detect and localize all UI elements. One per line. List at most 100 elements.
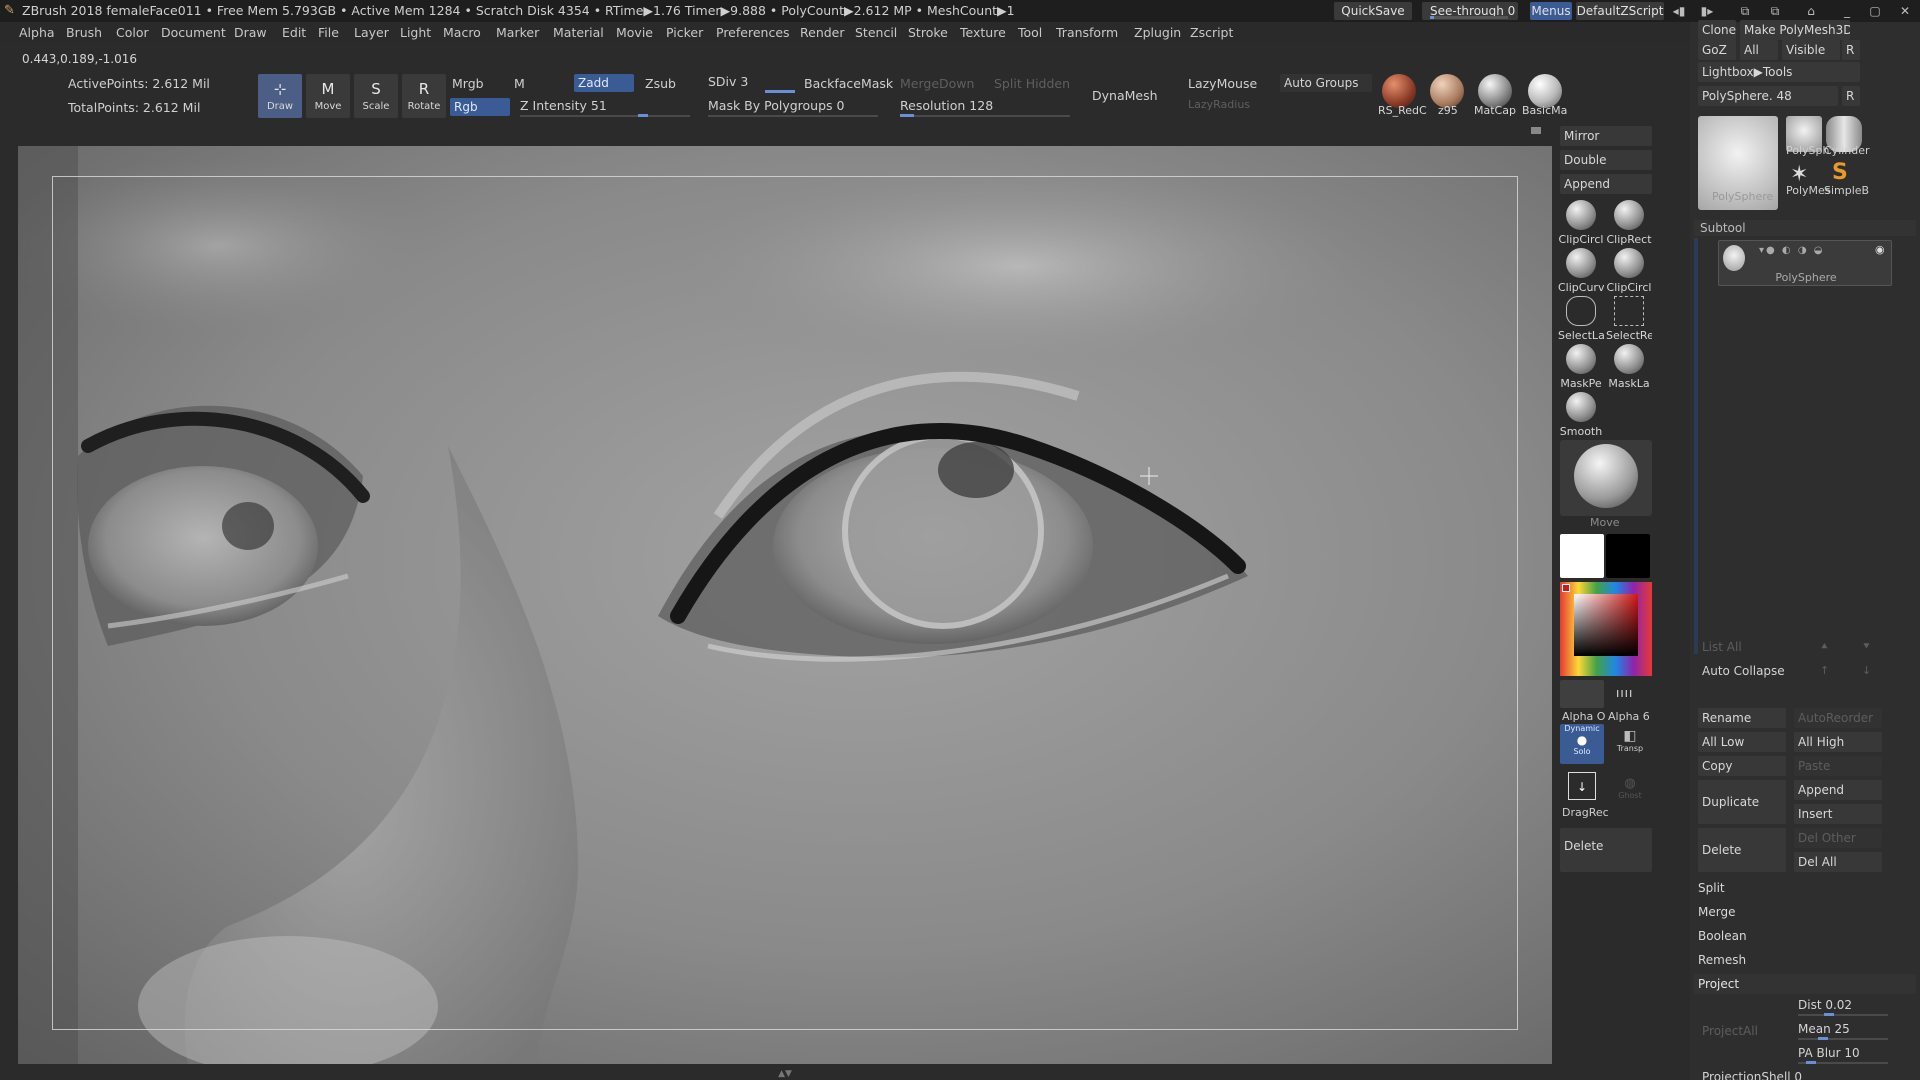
close-icon[interactable]: ✕ [1894,3,1916,19]
menu-tool[interactable]: Tool [1018,25,1042,40]
lightbox-tools-button[interactable]: Lightbox▶Tools [1698,62,1860,82]
see-through-track[interactable] [1430,16,1508,19]
alpha-off-button[interactable] [1560,680,1604,708]
menu-light[interactable]: Light [400,25,431,40]
pa-blur-slider[interactable]: PA Blur 10 [1798,1046,1860,1060]
menu-brush[interactable]: Brush [66,25,102,40]
matcap-material-icon[interactable] [1478,74,1512,108]
delete-button[interactable]: Delete [1560,828,1652,872]
secondary-color-swatch[interactable] [1606,534,1650,578]
select-rect-brush[interactable]: SelectRe [1606,296,1652,342]
clip-rect-brush[interactable]: ClipRect [1606,200,1652,246]
simplebrush-icon[interactable]: S [1832,160,1848,185]
z-intensity-track[interactable] [520,115,690,117]
del-other-button[interactable]: Del Other [1794,828,1882,848]
delete-subtool-button[interactable]: Delete [1698,828,1786,872]
duplicate-button[interactable]: Duplicate [1698,780,1786,824]
rotate-tool-button[interactable]: R Rotate [402,74,446,118]
mean-knob[interactable] [1818,1037,1828,1040]
move-up-icon[interactable]: ⯅ [1820,640,1829,654]
z-intensity-knob[interactable] [638,114,648,117]
paste-button[interactable]: Paste [1794,756,1882,776]
menu-material[interactable]: Material [553,25,604,40]
merge-section[interactable]: Merge [1694,902,1916,922]
append-subtool-button[interactable]: Append [1794,780,1882,800]
resolution-knob[interactable] [900,114,914,117]
del-all-button[interactable]: Del All [1794,852,1882,872]
restore-layout-icon[interactable]: ⧉ [1734,3,1756,19]
rs-redc-material-icon[interactable] [1382,74,1416,108]
z-intensity-slider[interactable]: Z Intensity 51 [520,98,607,113]
mean-slider[interactable]: Mean 25 [1798,1022,1850,1036]
sdiv-slider[interactable]: SDiv 3 [708,74,748,89]
quicksave-button[interactable]: QuickSave [1334,2,1412,20]
make-polymesh-button[interactable]: Make PolyMesh3D [1740,20,1850,40]
color-picker-square[interactable] [1574,594,1638,656]
all-high-button[interactable]: All High [1794,732,1882,752]
z95-material-icon[interactable] [1430,74,1464,108]
split-hidden-button[interactable]: Split Hidden [994,76,1070,91]
solo-button[interactable]: Dynamic ● Solo [1560,724,1604,764]
ghost-button[interactable]: ◍ Ghost [1608,776,1652,810]
remesh-section[interactable]: Remesh [1694,950,1916,970]
menu-stencil[interactable]: Stencil [855,25,897,40]
merge-down-button[interactable]: MergeDown [900,76,974,91]
m-button[interactable]: M [514,76,525,91]
clone-button[interactable]: Clone [1698,20,1736,40]
viewport-bottom-handle[interactable]: ▲▼ [720,1069,850,1079]
color-picker[interactable] [1560,582,1652,676]
mirror-button[interactable]: Mirror [1560,126,1652,146]
menu-document[interactable]: Document [161,25,226,40]
auto-reorder-button[interactable]: AutoReorder [1794,708,1882,728]
menu-alpha[interactable]: Alpha [19,25,55,40]
rgb-button[interactable]: Rgb [450,98,510,116]
arrow-up-icon[interactable]: ↑ [1820,664,1829,677]
mask-lasso-brush[interactable]: MaskLa [1606,344,1652,390]
mask-pen-brush[interactable]: MaskPe [1558,344,1604,390]
alpha-stroke-icon[interactable]: ıııı [1616,686,1633,700]
menu-draw[interactable]: Draw [234,25,267,40]
current-tool-slider[interactable]: PolySphere. 48 [1698,86,1838,106]
subtool-item-polysphere[interactable]: ▾● ◐ ◑ ◒ ◉ PolySphere [1718,240,1892,286]
canvas-viewport[interactable] [18,146,1552,1064]
menu-zscript[interactable]: Zscript [1190,25,1233,40]
list-all-button[interactable]: List All [1702,640,1742,654]
mean-track[interactable] [1798,1038,1888,1040]
menu-movie[interactable]: Movie [616,25,653,40]
menu-picker[interactable]: Picker [666,25,703,40]
backface-mask-button[interactable]: BackfaceMask [804,76,893,91]
append-button[interactable]: Append [1560,174,1652,194]
goz-r-button[interactable]: R [1842,40,1860,60]
visibility-eye-icon[interactable]: ◉ [1875,243,1885,256]
double-button[interactable]: Double [1560,150,1652,170]
transp-button[interactable]: ◧ Transp [1608,724,1652,764]
ui-layout-icon[interactable]: ⧉ [1764,3,1786,19]
smooth-brush[interactable]: Smooth [1558,392,1604,438]
lazyradius-slider[interactable]: LazyRadius [1188,98,1250,111]
goz-button[interactable]: GoZ [1698,40,1736,60]
zsub-button[interactable]: Zsub [645,76,676,91]
dist-knob[interactable] [1824,1013,1834,1016]
primary-color-swatch[interactable] [1560,534,1604,578]
mask-by-polygroups-track[interactable] [708,115,878,117]
current-brush-button[interactable] [1560,440,1652,516]
project-section[interactable]: Project [1694,974,1916,994]
menu-stroke[interactable]: Stroke [908,25,948,40]
dist-track[interactable] [1798,1014,1888,1016]
layout-prev-icon[interactable]: ◂▮ [1668,3,1690,19]
projection-shell-slider[interactable]: ProjectionShell 0 [1702,1070,1802,1080]
menu-file[interactable]: File [318,25,339,40]
clip-circle-brush[interactable]: ClipCircl [1558,200,1604,246]
menu-macro[interactable]: Macro [443,25,481,40]
menu-layer[interactable]: Layer [354,25,389,40]
zadd-button[interactable]: Zadd [574,74,634,92]
scale-tool-button[interactable]: S Scale [354,74,398,118]
dragrect-button[interactable]: ↓ [1560,772,1604,806]
subtool-toggles-icon[interactable]: ▾● ◐ ◑ ◒ [1759,245,1824,256]
rename-button[interactable]: Rename [1698,708,1786,728]
resolution-track[interactable] [900,115,1070,117]
maximize-icon[interactable]: ▢ [1864,3,1886,19]
menu-texture[interactable]: Texture [960,25,1006,40]
auto-collapse-button[interactable]: Auto Collapse [1702,664,1785,678]
subtool-header[interactable]: Subtool [1694,220,1916,236]
